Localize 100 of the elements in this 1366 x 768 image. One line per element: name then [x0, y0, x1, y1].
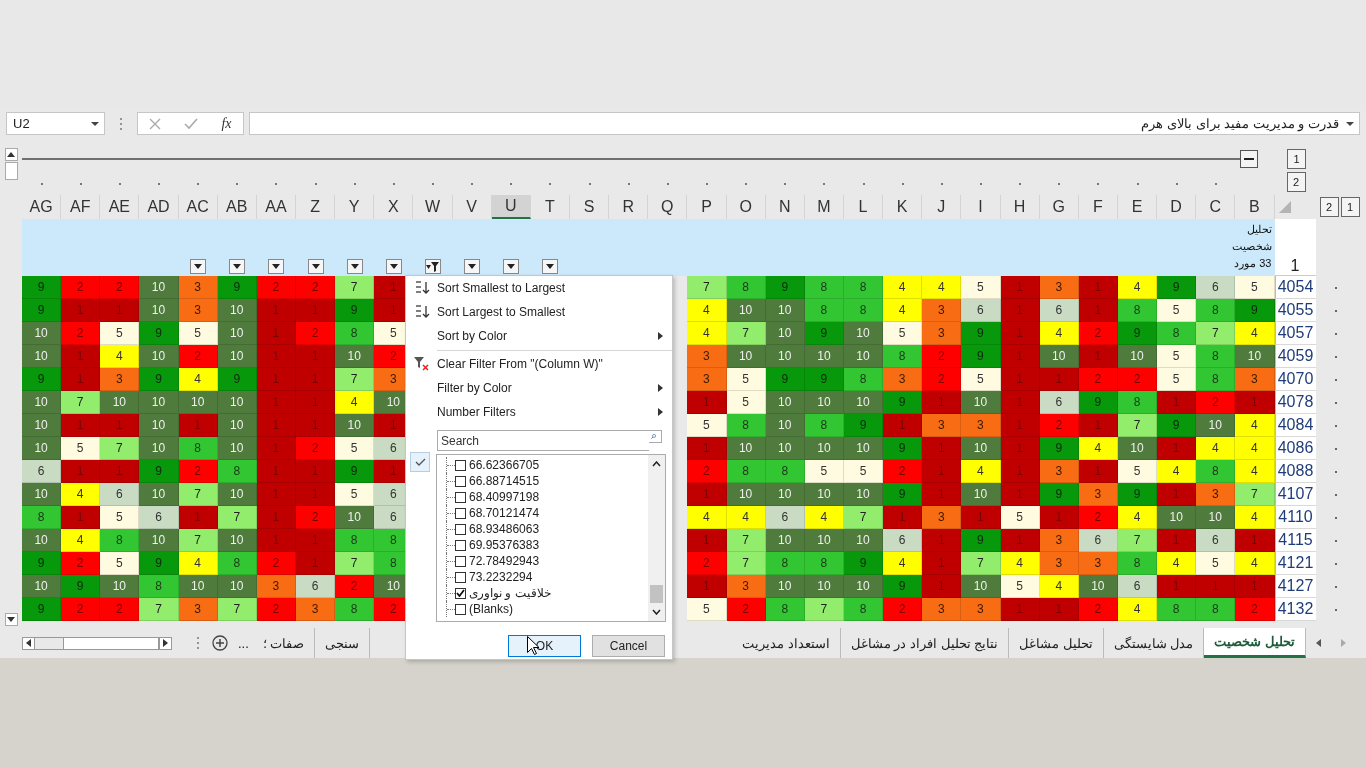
checkbox[interactable]: [455, 555, 466, 567]
checkbox[interactable]: [455, 507, 466, 519]
checkbox[interactable]: [455, 571, 466, 583]
table-cell: 1: [687, 483, 727, 506]
table-cell: 1: [1000, 414, 1040, 437]
table-cell: 1: [256, 506, 296, 529]
caret-icon[interactable]: [1345, 119, 1355, 128]
cell-text: تحلیل شخصیت 33 مورد: [1230, 222, 1273, 272]
filter-button[interactable]: [464, 259, 481, 274]
table-cell: 1: [61, 345, 101, 368]
table-cell: 4: [1235, 460, 1275, 483]
table-cell: 1: [883, 414, 923, 437]
collapse-button[interactable]: [1240, 149, 1258, 168]
formula-field[interactable]: قدرت و مدیریت مفید برای بالای هرم: [249, 112, 1360, 135]
row-header: 4088: [1274, 460, 1316, 483]
table-cell: 4: [687, 506, 727, 529]
row-header: 4059: [1274, 345, 1316, 368]
filter-button[interactable]: [307, 259, 324, 274]
filter-button[interactable]: [424, 259, 441, 274]
filter-button[interactable]: [385, 259, 402, 274]
filter-button[interactable]: [268, 259, 285, 274]
table-cell: 1: [296, 460, 336, 483]
filter-button[interactable]: [190, 259, 207, 274]
list-item-label[interactable]: 66.62366705: [469, 458, 540, 472]
checkbox[interactable]: [455, 459, 466, 471]
table-cell: 3: [1039, 552, 1079, 575]
table-cell: 9: [765, 368, 805, 391]
table-cell: 10: [217, 414, 257, 437]
table-cell: 10: [961, 575, 1001, 598]
ok-button[interactable]: OK: [508, 635, 581, 657]
table-cell: 10: [1196, 506, 1236, 529]
sort-descending-icon: [413, 305, 430, 319]
name-box[interactable]: U2: [6, 112, 105, 135]
table-cell: 1: [256, 368, 296, 391]
filter-button[interactable]: [542, 259, 559, 274]
checkbox[interactable]: [455, 491, 466, 503]
more-tabs-button[interactable]: ...: [238, 635, 249, 651]
table-cell: 3: [687, 345, 727, 368]
list-item-label[interactable]: 69.95376383: [469, 538, 540, 552]
table-cell: 2: [100, 598, 140, 621]
table-cell: 3: [1039, 276, 1079, 299]
list-item-label[interactable]: خلاقیت و نواوری: [469, 586, 551, 600]
scroll-left-button[interactable]: [22, 636, 35, 650]
select-all-check-button[interactable]: [410, 452, 430, 472]
list-item-label[interactable]: 68.40997198: [469, 490, 540, 504]
table-cell: 10: [139, 483, 179, 506]
scroll-up-button[interactable]: [4, 148, 18, 161]
insert-function-button[interactable]: fx: [221, 115, 232, 132]
submenu-arrow-icon: [658, 332, 663, 340]
filter-button[interactable]: [229, 259, 246, 274]
list-scrollbar[interactable]: [648, 455, 665, 621]
checkbox[interactable]: [455, 523, 466, 535]
table-cell: 2: [296, 506, 336, 529]
checkbox[interactable]: [455, 603, 466, 615]
checkbox[interactable]: [455, 587, 466, 599]
sheet-tab[interactable]: تحلیل شخصیت: [1204, 628, 1306, 658]
table-cell: 5: [335, 437, 375, 460]
outline-level-button[interactable]: 2: [1319, 197, 1339, 217]
table-cell: 1: [296, 483, 336, 506]
scroll-right-button[interactable]: [159, 636, 172, 650]
list-item-label[interactable]: 72.78492943: [469, 554, 540, 568]
scroll-thumb[interactable]: [649, 585, 663, 603]
table-cell: 1: [922, 552, 962, 575]
table-cell: 1: [256, 345, 296, 368]
table-cell: 10: [139, 391, 179, 414]
list-item-label[interactable]: 66.88714515: [469, 474, 540, 488]
search-field[interactable]: Search: [437, 430, 649, 451]
table-cell: 3: [961, 598, 1001, 621]
list-item-label[interactable]: 68.93486063: [469, 522, 540, 536]
table-cell: 4: [883, 552, 923, 575]
outline-level-button[interactable]: 1: [1287, 148, 1306, 169]
filter-button[interactable]: [346, 259, 363, 274]
table-cell: 9: [22, 276, 62, 299]
caret-icon[interactable]: [90, 119, 100, 128]
table-cell: 1: [1000, 299, 1040, 322]
left-arrow-icon[interactable]: [1316, 639, 1321, 647]
table-cell: 7: [1235, 483, 1275, 506]
checkbox[interactable]: [455, 539, 466, 551]
row-header: 4121: [1274, 552, 1316, 575]
filter-button[interactable]: [503, 259, 520, 274]
scroll-down-button[interactable]: [4, 613, 18, 626]
table-cell: 10: [22, 529, 62, 552]
add-sheet-icon[interactable]: [212, 635, 228, 651]
horizontal-scrollbar[interactable]: [35, 636, 159, 650]
checkbox[interactable]: [455, 475, 466, 487]
table-cell: 2: [296, 322, 336, 345]
scroll-thumb[interactable]: [4, 162, 18, 180]
row-header: 4070: [1274, 368, 1316, 391]
table-cell: 9: [139, 552, 179, 575]
table-cell: 3: [922, 414, 962, 437]
outline-level-button[interactable]: 1: [1340, 197, 1360, 217]
list-item-label[interactable]: 68.70121474: [469, 506, 540, 520]
outline-level-button[interactable]: 2: [1286, 172, 1306, 192]
column-header[interactable]: U: [491, 195, 531, 219]
cancel-button[interactable]: Cancel: [592, 635, 665, 657]
search-icon[interactable]: [649, 430, 662, 443]
table-cell: 1: [296, 299, 336, 322]
list-item-label[interactable]: (Blanks): [469, 602, 513, 616]
list-item-label[interactable]: 73.2232294: [469, 570, 533, 584]
table-cell: 8: [1157, 598, 1197, 621]
